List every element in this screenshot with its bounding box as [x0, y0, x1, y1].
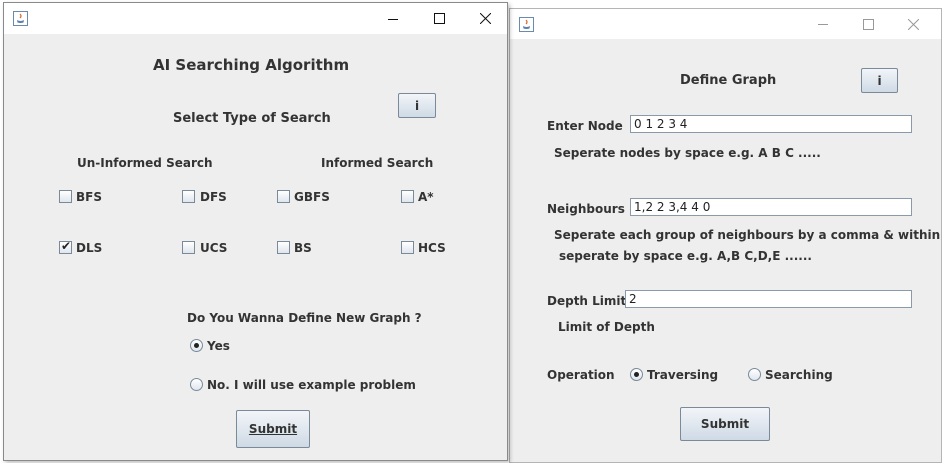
neighbours-hint-line-1: Seperate each group of neighbours by a c…	[554, 228, 942, 242]
enter-node-field[interactable]: 0 1 2 3 4	[630, 115, 912, 133]
radio-button[interactable]	[748, 368, 761, 381]
maximize-icon	[862, 18, 874, 30]
checkbox-label: A*	[418, 190, 434, 204]
checkbox-label: DLS	[76, 241, 103, 255]
title-bar	[510, 9, 941, 39]
checkbox-box[interactable]	[182, 190, 195, 203]
minimize-icon	[818, 24, 828, 25]
define-graph-window: Define Graph i Enter Node 0 1 2 3 4 Sepe…	[509, 8, 942, 463]
title-bar	[4, 3, 507, 34]
node-hint: Seperate nodes by space e.g. A B C .....	[554, 146, 821, 160]
maximize-button[interactable]	[845, 9, 891, 39]
radio-button[interactable]	[190, 378, 203, 391]
depth-hint: Limit of Depth	[558, 320, 655, 334]
close-button[interactable]	[462, 3, 507, 34]
main-window: AI Searching Algorithm Select Type of Se…	[3, 2, 508, 461]
depth-limit-label: Depth Limit	[547, 294, 627, 308]
neighbours-field[interactable]: 1,2 2 3,4 4 0	[630, 198, 912, 216]
uninformed-search-label: Un-Informed Search	[77, 156, 213, 170]
java-icon	[13, 11, 28, 26]
minimize-button[interactable]	[370, 3, 416, 34]
info-button[interactable]: i	[861, 68, 898, 93]
checkbox-label: BS	[294, 241, 312, 255]
checkbox-box[interactable]	[59, 190, 72, 203]
neighbours-hint-line-2: seperate by space e.g. A,B C,D,E ......	[559, 249, 812, 263]
radio-label: No. I will use example problem	[207, 378, 416, 392]
radio-dot	[194, 343, 199, 348]
checkbox-box[interactable]	[401, 190, 414, 203]
java-icon	[519, 17, 534, 32]
define-graph-heading: Define Graph	[680, 73, 777, 88]
checkbox-label: HCS	[418, 241, 446, 255]
radio-button-selected[interactable]	[190, 339, 203, 352]
checkbox-box[interactable]	[182, 241, 195, 254]
checkbox-box[interactable]	[277, 241, 290, 254]
radio-label: Traversing	[647, 368, 719, 382]
close-icon	[479, 13, 491, 24]
app-heading: AI Searching Algorithm	[153, 56, 350, 74]
maximize-icon	[433, 13, 445, 24]
submit-button[interactable]: Submit	[236, 410, 310, 448]
radio-button-selected[interactable]	[630, 368, 643, 381]
neighbours-label: Neighbours	[547, 202, 625, 216]
check-icon: ✔	[61, 239, 72, 253]
submit-label: Submit	[248, 422, 298, 436]
checkbox-label: BFS	[76, 190, 102, 204]
maximize-button[interactable]	[416, 3, 462, 34]
info-button[interactable]: i	[398, 93, 436, 118]
select-type-label: Select Type of Search	[173, 111, 331, 126]
radio-dot	[634, 372, 639, 377]
radio-label: Yes	[207, 339, 230, 353]
enter-node-label: Enter Node	[547, 119, 623, 133]
informed-search-label: Informed Search	[321, 156, 434, 170]
minimize-icon	[388, 18, 398, 20]
checkbox-box[interactable]	[277, 190, 290, 203]
checkbox-box[interactable]	[401, 241, 414, 254]
checkbox-label: DFS	[200, 190, 227, 204]
close-button[interactable]	[890, 9, 936, 39]
operation-label: Operation	[547, 368, 615, 382]
minimize-button[interactable]	[800, 9, 846, 39]
close-icon	[907, 18, 919, 30]
radio-label: Searching	[765, 368, 833, 382]
define-graph-question: Do You Wanna Define New Graph ?	[187, 311, 422, 325]
submit-button[interactable]: Submit	[680, 407, 770, 441]
checkbox-label: GBFS	[294, 190, 330, 204]
checkbox-label: UCS	[200, 241, 228, 255]
depth-limit-field[interactable]: 2	[625, 290, 912, 308]
checkbox-box-checked[interactable]: ✔	[59, 239, 72, 254]
